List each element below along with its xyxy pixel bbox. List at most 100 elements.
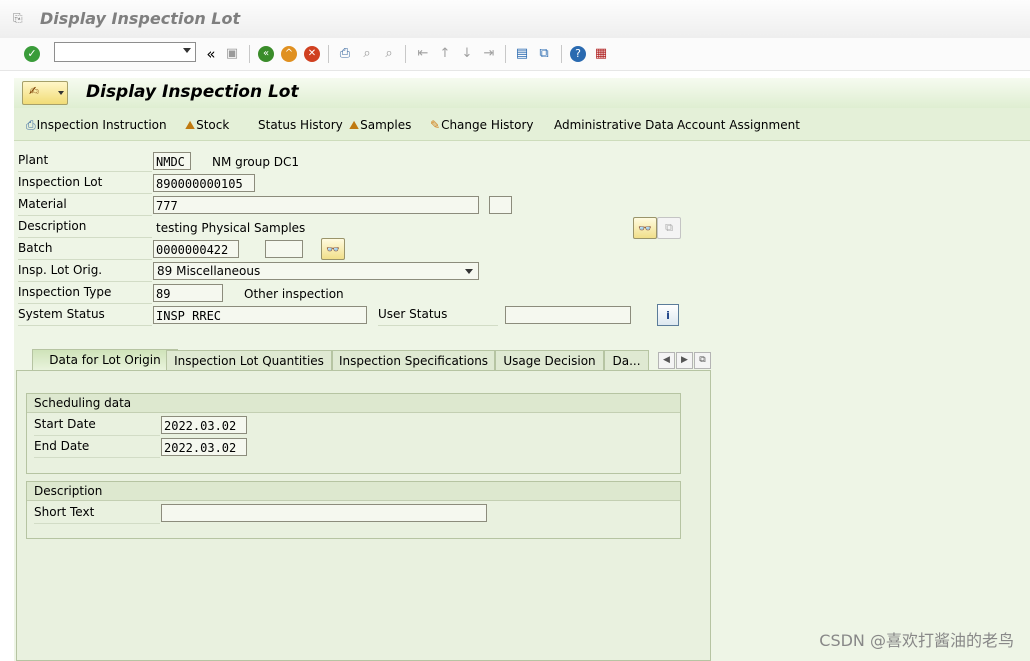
window-title-bar: ⎘ Display Inspection Lot (0, 0, 1030, 38)
copy-text-button[interactable]: ⧉ (657, 217, 681, 239)
status-history-label: Status History (258, 118, 343, 132)
insp-lot-orig-select[interactable]: 89 Miscellaneous (153, 262, 479, 280)
application-toolbar: ⎙ Inspection Instruction ⛰ Stock Status Hi… (14, 108, 1030, 141)
administrative-data-button[interactable]: Administrative Data (554, 117, 674, 133)
insp-lot-orig-value: 89 Miscellaneous (157, 264, 261, 278)
material-extra-field[interactable] (489, 196, 512, 214)
start-date-field[interactable]: 2022.03.02 (161, 416, 247, 434)
description-group-title: Description (27, 482, 680, 501)
tab-list-icon[interactable]: ⧉ (694, 352, 711, 369)
samples-icon: ⛰ (349, 117, 360, 132)
change-history-button[interactable]: ✎ Change History (430, 117, 534, 133)
plant-description: NM group DC1 (212, 155, 300, 169)
exit-icon[interactable]: ^ (281, 46, 297, 62)
material-field[interactable]: 777 (153, 196, 479, 214)
user-status-field[interactable] (505, 306, 631, 324)
watermark-text: CSDN @喜欢打酱油的老鸟 (819, 631, 1014, 650)
back-chevron-icon[interactable]: « (202, 45, 220, 63)
tab-scroll-left-icon[interactable]: ◀ (658, 352, 675, 369)
material-label: Material (18, 194, 152, 216)
inspection-instruction-button[interactable]: ⎙ Inspection Instruction (26, 117, 167, 133)
toolbar-separator (328, 45, 329, 63)
plant-label: Plant (18, 150, 152, 172)
system-status-field[interactable]: INSP RREC (153, 306, 367, 324)
long-text-button[interactable]: 👓 (633, 217, 657, 239)
user-status-label: User Status (378, 304, 498, 326)
batch-display-button[interactable]: 👓 (321, 238, 345, 260)
samples-label: Samples (360, 118, 412, 132)
toolbar-separator (561, 45, 562, 63)
stock-button[interactable]: ⛰ Stock (185, 117, 229, 133)
system-status-label: System Status (18, 304, 152, 326)
menu-arrow-icon (58, 91, 64, 95)
glasses-icon: 👓 (638, 221, 652, 235)
toolbar-separator (249, 45, 250, 63)
change-history-icon: ✎ (430, 118, 441, 132)
insp-lot-orig-label: Insp. Lot Orig. (18, 260, 152, 282)
batch-extra-field[interactable] (265, 240, 303, 258)
inspection-instruction-label: Inspection Instruction (36, 118, 167, 132)
print-icon[interactable]: ⎙ (336, 45, 354, 63)
command-dropdown-icon[interactable] (183, 48, 191, 53)
start-date-label: Start Date (34, 414, 160, 436)
enter-check-icon[interactable]: ✓ (24, 46, 40, 62)
command-field[interactable] (54, 42, 196, 62)
samples-button[interactable]: ⛰ Samples (349, 117, 411, 133)
previous-page-icon[interactable]: ↑ (436, 45, 454, 63)
next-page-icon[interactable]: ↓ (458, 45, 476, 63)
inspection-lot-label: Inspection Lot (18, 172, 152, 194)
back-icon[interactable]: « (258, 46, 274, 62)
administrative-data-label: Administrative Data (554, 118, 674, 132)
scheduling-group-title: Scheduling data (27, 394, 680, 413)
status-history-button[interactable]: Status History (258, 117, 343, 133)
tab-data-for-lot-origin[interactable]: Data for Lot Origin (32, 349, 178, 371)
menu-exit-icon[interactable]: ⎘ (13, 12, 25, 24)
window-title: Display Inspection Lot (40, 9, 241, 28)
account-assignment-button[interactable]: Account Assignment (677, 117, 800, 133)
stock-icon: ⛰ (185, 117, 196, 132)
page-title: Display Inspection Lot (86, 82, 299, 102)
status-info-button[interactable]: i (657, 304, 679, 326)
end-date-field[interactable]: 2022.03.02 (161, 438, 247, 456)
chevron-down-icon[interactable] (465, 269, 473, 274)
short-text-field[interactable] (161, 504, 487, 522)
inspection-lot-field[interactable]: 890000000105 (153, 174, 255, 192)
app-header: ✍ Display Inspection Lot (14, 78, 1030, 108)
description-label: Description (18, 216, 152, 238)
create-session-icon[interactable]: ▤ (513, 45, 531, 63)
short-text-label: Short Text (34, 502, 160, 524)
stock-label: Stock (196, 118, 230, 132)
tab-inspection-lot-quantities[interactable]: Inspection Lot Quantities (166, 350, 332, 370)
printer-icon: ⎙ (26, 117, 36, 132)
info-icon: i (666, 308, 670, 322)
tab-more[interactable]: Da... (604, 350, 649, 370)
batch-field[interactable]: 0000000422 (153, 240, 239, 258)
copy-icon: ⧉ (665, 221, 673, 234)
find-next-icon[interactable]: ⌕ (380, 45, 398, 63)
plant-field[interactable]: NMDC (153, 152, 191, 170)
inspection-type-description: Other inspection (244, 287, 344, 301)
save-icon[interactable]: ▣ (223, 45, 241, 63)
inspection-type-label: Inspection Type (18, 282, 152, 304)
shortcut-icon[interactable]: ⧉ (535, 45, 553, 63)
menu-icon: ✍ (29, 84, 40, 98)
tab-usage-decision[interactable]: Usage Decision (495, 350, 604, 370)
glasses-icon: 👓 (326, 242, 340, 256)
help-icon[interactable]: ? (570, 46, 586, 62)
find-icon[interactable]: ⌕ (358, 45, 376, 63)
last-page-icon[interactable]: ⇥ (480, 45, 498, 63)
cancel-icon[interactable]: ✕ (304, 46, 320, 62)
end-date-label: End Date (34, 436, 160, 458)
customize-layout-icon[interactable]: ▦ (592, 45, 610, 63)
toolbar-separator (405, 45, 406, 63)
toolbar-separator (505, 45, 506, 63)
description-value: testing Physical Samples (156, 221, 306, 235)
inspection-type-field[interactable]: 89 (153, 284, 223, 302)
account-assignment-label: Account Assignment (677, 118, 800, 132)
tab-scroll-right-icon[interactable]: ▶ (676, 352, 693, 369)
first-page-icon[interactable]: ⇤ (414, 45, 432, 63)
screen-menu-button[interactable]: ✍ (22, 81, 68, 105)
tab-inspection-specifications[interactable]: Inspection Specifications (332, 350, 495, 370)
system-toolbar: ✓ « ▣ « ^ ✕ ⎙ ⌕ ⌕ ⇤ ↑ ↓ ⇥ ▤ ⧉ ? ▦ (0, 38, 1030, 71)
batch-label: Batch (18, 238, 152, 260)
